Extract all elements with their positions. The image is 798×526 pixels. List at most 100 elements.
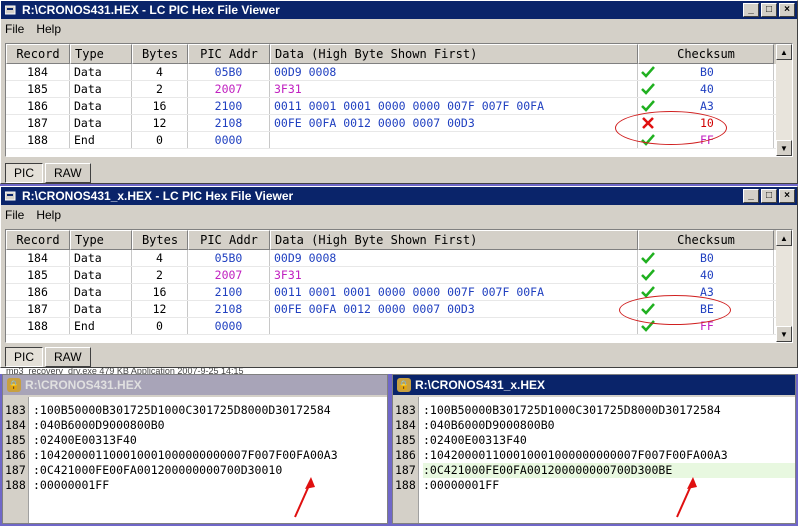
scroll-up-button[interactable]: ▲	[776, 230, 792, 246]
code-line-current[interactable]: :0C421000FE00FA001200000000700D300BE	[423, 463, 795, 478]
type-cell: Data	[70, 301, 132, 317]
record-cell: 186	[6, 98, 70, 114]
col-record[interactable]: Record	[6, 230, 70, 250]
maximize-button[interactable]: □	[761, 189, 777, 203]
close-button[interactable]: ×	[779, 3, 795, 17]
menu-file[interactable]: File	[5, 208, 24, 222]
pic-addr-cell: 05B0	[188, 64, 270, 80]
vertical-scrollbar[interactable]: ▲ ▼	[776, 44, 792, 156]
code-line[interactable]: :040B6000D9000800B0	[423, 418, 795, 433]
menu-help[interactable]: Help	[36, 208, 61, 222]
col-pic-addr[interactable]: PIC Addr	[188, 44, 270, 64]
col-record[interactable]: Record	[6, 44, 70, 64]
lock-icon: 🔒	[7, 378, 21, 392]
scroll-up-button[interactable]: ▲	[776, 44, 792, 60]
title-bar[interactable]: R:\CRONOS431_x.HEX - LC PIC Hex File Vie…	[1, 187, 797, 205]
line-number: 187	[5, 463, 26, 477]
table-row[interactable]: 185 Data 2 2007 3F31 40	[6, 267, 792, 284]
menu-bar: File Help	[1, 205, 797, 225]
code-line[interactable]: :040B6000D9000800B0	[33, 418, 387, 433]
type-cell: Data	[70, 64, 132, 80]
bytes-cell: 2	[132, 267, 188, 283]
col-data[interactable]: Data (High Byte Shown First)	[270, 230, 638, 250]
annotation-ellipse	[619, 295, 731, 325]
code-line[interactable]: :02400E00313F40	[33, 433, 387, 448]
line-number: 185	[5, 433, 26, 447]
col-data[interactable]: Data (High Byte Shown First)	[270, 44, 638, 64]
type-cell: Data	[70, 98, 132, 114]
bytes-cell: 16	[132, 284, 188, 300]
checksum-cell: B0	[638, 250, 774, 266]
code-line[interactable]: :0C421000FE00FA001200000000700D30010	[33, 463, 387, 478]
menu-bar: File Help	[1, 19, 797, 39]
col-pic-addr[interactable]: PIC Addr	[188, 230, 270, 250]
line-number: 186	[5, 448, 26, 462]
tab-pic[interactable]: PIC	[5, 347, 44, 367]
close-button[interactable]: ×	[779, 189, 795, 203]
data-cell	[270, 318, 638, 334]
hex-viewer-window-2: R:\CRONOS431_x.HEX - LC PIC Hex File Vie…	[0, 186, 798, 368]
tab-pic[interactable]: PIC	[5, 163, 44, 183]
code-line[interactable]: :00000001FF	[423, 478, 795, 493]
code-line[interactable]: :00000001FF	[33, 478, 387, 493]
pic-addr-cell: 2007	[188, 81, 270, 97]
minimize-button[interactable]: _	[743, 189, 759, 203]
col-checksum[interactable]: Checksum	[638, 230, 774, 250]
annotation-ellipse	[615, 111, 727, 145]
checksum-value: A3	[700, 99, 714, 113]
type-cell: Data	[70, 115, 132, 131]
checksum-value: B0	[700, 251, 714, 265]
data-cell: 00D9 0008	[270, 64, 638, 80]
scroll-down-button[interactable]: ▼	[776, 326, 792, 342]
table-row[interactable]: 184 Data 4 05B0 00D9 0008 B0	[6, 64, 792, 81]
col-bytes[interactable]: Bytes	[132, 44, 188, 64]
line-number: 188	[395, 478, 416, 492]
code-editor[interactable]: :100B50000B301725D1000C301725D8000D30172…	[29, 397, 387, 523]
hex-text-pane-1: 🔒 R:\CRONOS431.HEX 183 184 185 186 187 1…	[2, 374, 388, 524]
bytes-cell: 16	[132, 98, 188, 114]
menu-file[interactable]: File	[5, 22, 24, 36]
minimize-button[interactable]: _	[743, 3, 759, 17]
tab-raw[interactable]: RAW	[45, 347, 91, 367]
code-line[interactable]: :104200001100010001000000000007F007F00FA…	[33, 448, 387, 463]
data-cell: 0011 0001 0001 0000 0000 007F 007F 00FA	[270, 284, 638, 300]
title-bar[interactable]: R:\CRONOS431.HEX - LC PIC Hex File Viewe…	[1, 1, 797, 19]
pic-addr-cell: 2100	[188, 98, 270, 114]
scroll-down-button[interactable]: ▼	[776, 140, 792, 156]
record-cell: 184	[6, 64, 70, 80]
app-icon	[4, 3, 18, 17]
pic-addr-cell: 05B0	[188, 250, 270, 266]
code-line[interactable]: :02400E00313F40	[423, 433, 795, 448]
menu-help[interactable]: Help	[36, 22, 61, 36]
data-cell: 00FE 00FA 0012 0000 0007 00D3	[270, 115, 638, 131]
pane-title-bar[interactable]: 🔒 R:\CRONOS431_x.HEX	[393, 375, 795, 395]
tab-raw[interactable]: RAW	[45, 163, 91, 183]
checkmark-icon	[640, 81, 656, 97]
line-number-gutter: 183 184 185 186 187 188	[3, 397, 29, 523]
code-editor[interactable]: :100B50000B301725D1000C301725D8000D30172…	[419, 397, 795, 523]
pic-addr-cell: 2108	[188, 115, 270, 131]
pane-title-bar[interactable]: 🔒 R:\CRONOS431.HEX	[3, 375, 387, 395]
data-cell: 00D9 0008	[270, 250, 638, 266]
col-bytes[interactable]: Bytes	[132, 230, 188, 250]
col-type[interactable]: Type	[70, 44, 132, 64]
vertical-scrollbar[interactable]: ▲ ▼	[776, 230, 792, 342]
table-row[interactable]: 185 Data 2 2007 3F31 40	[6, 81, 792, 98]
code-line[interactable]: :100B50000B301725D1000C301725D8000D30172…	[33, 403, 387, 418]
pane-title: R:\CRONOS431.HEX	[25, 378, 142, 392]
type-cell: Data	[70, 81, 132, 97]
maximize-button[interactable]: □	[761, 3, 777, 17]
checkmark-icon	[640, 64, 656, 80]
checksum-value: B0	[700, 65, 714, 79]
record-cell: 188	[6, 132, 70, 148]
pic-addr-cell: 2100	[188, 284, 270, 300]
code-line[interactable]: :100B50000B301725D1000C301725D8000D30172…	[423, 403, 795, 418]
bytes-cell: 0	[132, 318, 188, 334]
col-checksum[interactable]: Checksum	[638, 44, 774, 64]
lock-icon: 🔒	[397, 378, 411, 392]
code-line[interactable]: :104200001100010001000000000007F007F00FA…	[423, 448, 795, 463]
record-cell: 184	[6, 250, 70, 266]
record-cell: 185	[6, 267, 70, 283]
table-row[interactable]: 184 Data 4 05B0 00D9 0008 B0	[6, 250, 792, 267]
col-type[interactable]: Type	[70, 230, 132, 250]
